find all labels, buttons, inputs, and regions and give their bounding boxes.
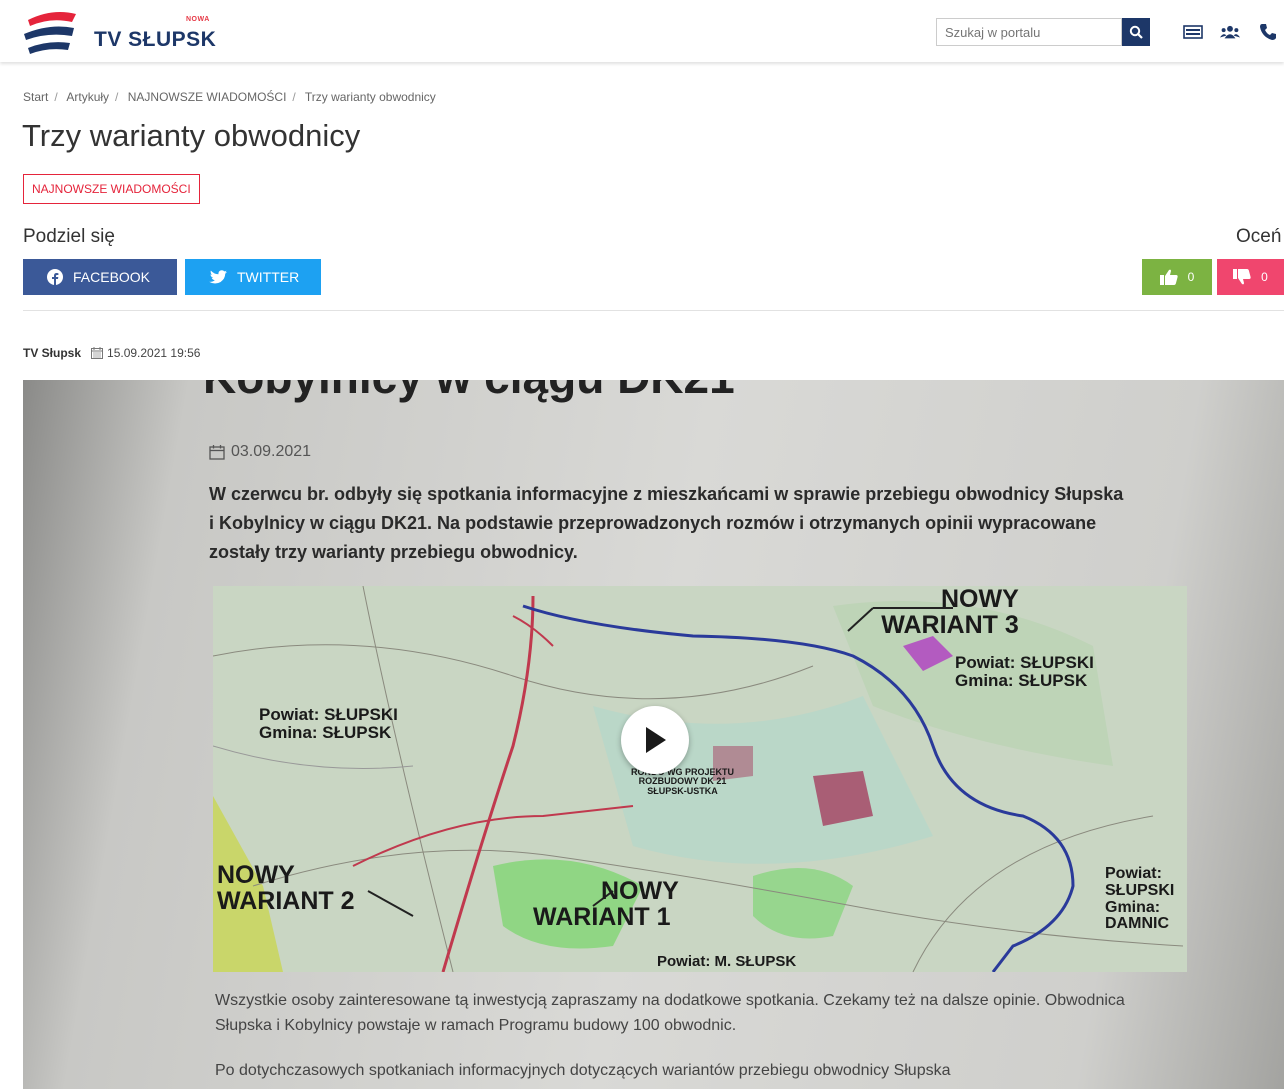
twitter-icon [209,269,227,285]
breadcrumb-current: Trzy warianty obwodnicy [304,90,436,104]
users-icon[interactable] [1220,24,1240,40]
breadcrumb-start[interactable]: Start [23,90,48,104]
map-label-wariant2: NOWY WARIANT 2 [217,861,355,916]
map-label-powiat-ne: Powiat: SŁUPSKI Gmina: SŁUPSK [955,653,1094,690]
thumbs-up-icon [1159,269,1178,285]
video-lead: W czerwcu br. odbyły się spotkania infor… [209,484,1124,562]
play-icon [646,727,666,753]
route-map: NOWY WARIANT 3 Powiat: SŁUPSKI Gmina: SŁ… [213,586,1187,972]
search-icon [1129,25,1143,39]
twitter-share-button[interactable]: TWITTER [185,259,321,295]
map-label-powiat-se: Powiat: SŁUPSKI Gmina: DAMNIC [1105,865,1175,933]
dislike-count: 0 [1261,270,1268,284]
video-paragraph-2: Po dotychczasowych spotkaniach informacy… [215,1062,951,1079]
publish-datetime: 15.09.2021 19:56 [107,346,201,360]
logo-badge: NOWA [186,16,210,23]
play-button[interactable] [621,706,689,774]
dislike-button[interactable]: 0 [1217,259,1284,295]
author: TV Słupsk [23,346,82,360]
calendar-icon [209,444,225,460]
rate-label: Oceń [1236,226,1282,247]
like-button[interactable]: 0 [1142,259,1212,295]
twitter-label: TWITTER [237,269,300,285]
category-badge[interactable]: NAJNOWSZE WIADOMOŚCI [23,174,200,204]
facebook-share-button[interactable]: FACEBOOK [23,259,177,295]
phone-icon[interactable] [1258,24,1278,40]
like-count: 0 [1187,270,1195,284]
video-player[interactable]: Kobylnicy w ciągu DK21 03.09.2021 W czer… [23,380,1284,1089]
search-button[interactable] [1122,18,1150,46]
facebook-icon [47,269,63,285]
map-label-wariant1: NOWY WARIANT 1 [533,877,679,932]
video-date: 03.09.2021 [209,443,311,461]
logo-text: TV SŁUPSK [94,28,217,51]
page-title: Trzy warianty obwodnicy [22,118,361,153]
map-label-powiat-bottom: Powiat: M. SŁUPSK [657,953,797,970]
divider [23,310,1284,311]
logo-mark-icon [24,12,76,54]
thumbs-down-icon [1233,269,1251,285]
newspaper-icon[interactable] [1183,24,1203,40]
breadcrumb-articles[interactable]: Artykuły [66,90,109,104]
facebook-label: FACEBOOK [73,269,151,285]
site-logo[interactable]: NOWA TV SŁUPSK [22,6,242,56]
video-paragraph-1: Wszystkie osoby zainteresowane tą inwest… [215,992,1125,1034]
share-label: Podziel się [23,226,115,247]
search-input[interactable] [936,18,1122,46]
map-label-wariant3: NOWY WARIANT 3 [881,586,1019,640]
article-meta: TV Słupsk 15.09.2021 19:56 [23,346,200,360]
breadcrumb: Start / Artykuły / NAJNOWSZE WIADOMOŚCI / T… [23,90,436,104]
map-label-powiat-w: Powiat: SŁUPSKI Gmina: SŁUPSK [259,705,398,742]
video-date-text: 03.09.2021 [231,443,312,460]
video-heading-fragment: Kobylnicy w ciągu DK21 [203,380,735,404]
breadcrumb-category[interactable]: NAJNOWSZE WIADOMOŚCI [128,90,287,104]
site-header: NOWA TV SŁUPSK [0,0,1284,62]
calendar-icon [91,347,104,359]
